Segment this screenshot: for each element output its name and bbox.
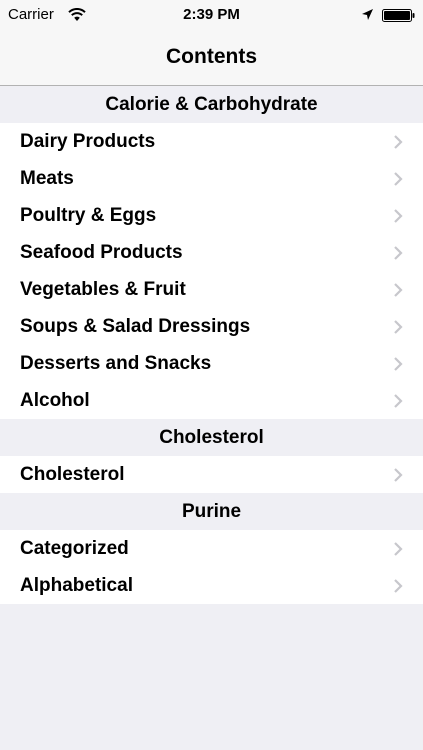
row-cholesterol[interactable]: Cholesterol [0, 456, 423, 493]
row-label: Dairy Products [20, 131, 156, 152]
row-label: Alcohol [20, 390, 90, 411]
row-desserts-snacks[interactable]: Desserts and Snacks [0, 345, 423, 382]
navigation-bar: Contents [0, 30, 423, 86]
contents-table: Calorie & Carbohydrate Dairy Products Me… [0, 86, 423, 604]
row-label: Meats [20, 168, 74, 189]
page-title: Contents [166, 45, 257, 68]
row-seafood-products[interactable]: Seafood Products [0, 234, 423, 271]
status-time: 2:39 PM [183, 6, 240, 23]
chevron-right-icon [394, 209, 403, 223]
chevron-right-icon [394, 320, 403, 334]
section-header: Purine [0, 493, 423, 530]
row-dairy-products[interactable]: Dairy Products [0, 123, 423, 160]
row-soups-salad-dressings[interactable]: Soups & Salad Dressings [0, 308, 423, 345]
screen: Carrier 2:39 PM Contents Calorie & Carbo… [0, 0, 423, 750]
section-rows: Cholesterol [0, 456, 423, 493]
section-rows: Categorized Alphabetical [0, 530, 423, 604]
section-calorie-carbohydrate: Calorie & Carbohydrate Dairy Products Me… [0, 86, 423, 419]
chevron-right-icon [394, 135, 403, 149]
row-label: Soups & Salad Dressings [20, 316, 251, 337]
row-alcohol[interactable]: Alcohol [0, 382, 423, 419]
row-categorized[interactable]: Categorized [0, 530, 423, 567]
row-label: Cholesterol [20, 464, 125, 485]
chevron-right-icon [394, 542, 403, 556]
battery-icon [382, 9, 415, 22]
section-cholesterol: Cholesterol Cholesterol [0, 419, 423, 493]
chevron-right-icon [394, 357, 403, 371]
row-label: Desserts and Snacks [20, 353, 212, 374]
chevron-right-icon [394, 394, 403, 408]
row-label: Vegetables & Fruit [20, 279, 186, 300]
chevron-right-icon [394, 283, 403, 297]
chevron-right-icon [394, 246, 403, 260]
status-bar: Carrier 2:39 PM [0, 0, 423, 30]
row-meats[interactable]: Meats [0, 160, 423, 197]
chevron-right-icon [394, 579, 403, 593]
row-label: Poultry & Eggs [20, 205, 157, 226]
row-alphabetical[interactable]: Alphabetical [0, 567, 423, 604]
section-header: Cholesterol [0, 419, 423, 456]
location-icon [362, 9, 373, 20]
row-label: Seafood Products [20, 242, 183, 263]
chevron-right-icon [394, 172, 403, 186]
chevron-right-icon [394, 468, 403, 482]
row-label: Alphabetical [20, 575, 133, 596]
row-vegetables-fruit[interactable]: Vegetables & Fruit [0, 271, 423, 308]
section-rows: Dairy Products Meats Poultry & Eggs Seaf… [0, 123, 423, 419]
section-header: Calorie & Carbohydrate [0, 86, 423, 123]
row-label: Categorized [20, 538, 129, 559]
row-poultry-eggs[interactable]: Poultry & Eggs [0, 197, 423, 234]
section-purine: Purine Categorized Alphabetical [0, 493, 423, 604]
